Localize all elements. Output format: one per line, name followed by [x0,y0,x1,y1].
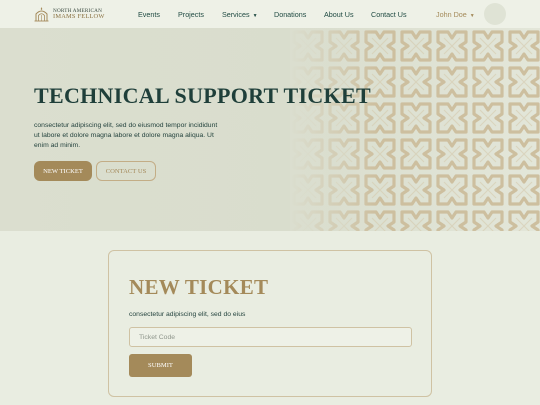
nav-item-about[interactable]: About Us [324,10,354,19]
nav-item-services[interactable]: Services ▼ [222,10,258,19]
ticket-code-input[interactable] [129,327,412,347]
nav-item-services-label: Services [222,9,250,19]
user-name: John Doe [436,9,467,19]
page-title: TECHNICAL SUPPORT TICKET [34,83,371,108]
logo-text: NORTH AMERICAN IMAMS FELLOW [53,8,105,20]
contact-us-button[interactable]: CONTACT US [96,161,156,181]
user-avatar[interactable] [484,3,506,25]
hero-description: consectetur adipiscing elit, sed do eius… [34,122,218,149]
logo-line-2: IMAMS FELLOW [53,13,105,20]
submit-button[interactable]: SUBMIT [129,354,192,377]
nav-item-events[interactable]: Events [138,10,160,19]
new-ticket-title: NEW TICKET [129,275,269,299]
hero-section: TECHNICAL SUPPORT TICKET consectetur adi… [0,28,540,231]
mosque-logo-icon [34,7,49,22]
new-ticket-card: NEW TICKET consectetur adipiscing elit, … [108,250,432,397]
site-header: NORTH AMERICAN IMAMS FELLOW Events Proje… [0,0,540,28]
nav-item-contact[interactable]: Contact Us [371,10,407,19]
caret-down-icon: ▼ [252,12,258,19]
new-ticket-description: consectetur adipiscing elit, sed do eius [129,311,246,318]
new-ticket-button[interactable]: NEW TICKET [34,161,92,181]
nav-item-projects[interactable]: Projects [178,10,204,19]
site-logo[interactable]: NORTH AMERICAN IMAMS FELLOW [34,6,105,22]
caret-down-icon: ▼ [469,12,475,19]
geometric-pattern [290,28,540,231]
user-menu[interactable]: John Doe ▼ [436,10,475,19]
nav-item-donations[interactable]: Donations [274,10,306,19]
